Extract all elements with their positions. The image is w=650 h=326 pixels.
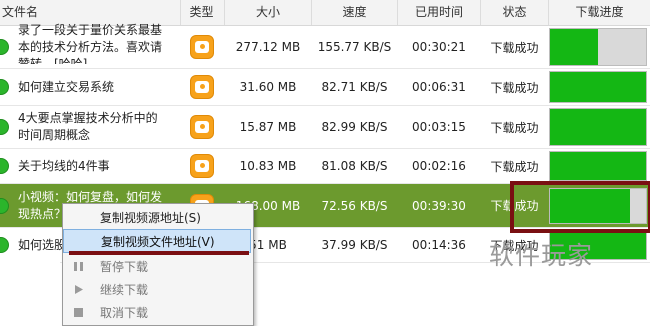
download-status: 下载成功 [490, 40, 539, 55]
column-header-progress[interactable]: 下载进度 [549, 0, 650, 25]
file-size: 277.12 MB [235, 40, 301, 54]
file-size: 15.87 MB [239, 120, 297, 134]
success-status-icon [0, 119, 9, 135]
file-name-line: 如何建立交易系统 [18, 79, 115, 94]
success-status-icon [0, 39, 9, 55]
file-name-line: 4大要点掌握技术分析中的 [18, 111, 158, 125]
menu-item-pause[interactable]: 暂停下载 [63, 255, 251, 279]
play-icon [75, 285, 83, 294]
row-name-cell: 关于均线的4件事 [0, 149, 178, 183]
video-file-icon [189, 115, 214, 139]
menu-item-label: 暂停下载 [100, 260, 149, 274]
video-file-icon [189, 35, 214, 59]
elapsed-time: 00:02:16 [412, 159, 466, 173]
menu-item-copy-file-path[interactable]: 复制视频文件地址(V) [63, 229, 251, 253]
download-progress-bar [549, 151, 647, 181]
file-name-line: 录了一段关于量价关系最基 [18, 23, 163, 37]
success-status-icon [0, 158, 9, 174]
video-file-icon [189, 75, 214, 99]
menu-item-label: 取消下载 [100, 306, 149, 320]
file-size: 31.60 MB [239, 80, 297, 94]
column-header-type[interactable]: 类型 [179, 0, 225, 25]
download-progress-bar [549, 71, 647, 103]
table-row[interactable]: 关于均线的4件事 10.83 MB 81.08 KB/S 00:02:16 下载… [0, 149, 650, 184]
menu-item-label: 继续下载 [100, 283, 149, 297]
success-status-icon [0, 197, 9, 214]
row-name-cell: 如何建立交易系统 [0, 69, 178, 105]
menu-item-copy-source-url[interactable]: 复制视频源地址(S) [63, 206, 251, 230]
column-header-time[interactable]: 已用时间 [398, 0, 481, 25]
download-progress-bar [549, 28, 647, 66]
file-name-line: 赞转。[哈哈] [18, 57, 88, 64]
pause-icon [74, 262, 83, 271]
download-speed: 37.99 KB/S [321, 238, 388, 252]
table-row[interactable]: 录了一段关于量价关系最基 本的技术分析方法。喜欢请 赞转。[哈哈] 277.12… [0, 23, 650, 69]
download-status: 下载成功 [490, 120, 539, 135]
success-status-icon [0, 237, 9, 253]
annotation-underline [69, 251, 249, 255]
download-speed: 155.77 KB/S [317, 40, 392, 54]
file-name-line: 如何选股 [18, 237, 67, 252]
column-header-size[interactable]: 大小 [225, 0, 312, 25]
column-header-status[interactable]: 状态 [481, 0, 549, 25]
download-speed: 82.99 KB/S [321, 120, 388, 134]
success-status-icon [0, 79, 9, 95]
download-speed: 82.71 KB/S [321, 80, 388, 94]
download-status: 下载成功 [490, 80, 539, 95]
file-size: 10.83 MB [239, 159, 297, 173]
elapsed-time: 00:14:36 [412, 238, 466, 252]
file-name-line: 本的技术分析方法。喜欢请 [18, 40, 163, 54]
menu-item-cancel[interactable]: 取消下载 [63, 301, 251, 325]
download-speed: 72.56 KB/S [321, 198, 388, 213]
table-row[interactable]: 4大要点掌握技术分析中的 时间周期概念 15.87 MB 82.99 KB/S … [0, 106, 650, 149]
elapsed-time: 00:03:15 [412, 120, 466, 134]
menu-item-resume[interactable]: 继续下载 [63, 278, 251, 302]
column-header-speed[interactable]: 速度 [312, 0, 398, 25]
elapsed-time: 00:06:31 [412, 80, 466, 94]
empty-list-area [0, 262, 60, 324]
context-menu: 复制视频源地址(S) 复制视频文件地址(V) 暂停下载 继续下载 取消下载 [62, 203, 254, 326]
elapsed-time: 00:30:21 [412, 40, 466, 54]
watermark-text: 软件玩家 [489, 241, 594, 270]
annotation-highlight-box [510, 181, 650, 233]
stop-icon [74, 308, 83, 317]
download-status: 下载成功 [490, 159, 539, 174]
row-name-cell: 4大要点掌握技术分析中的 时间周期概念 [0, 106, 178, 148]
elapsed-time: 00:39:30 [412, 198, 466, 213]
row-name-cell: 录了一段关于量价关系最基 本的技术分析方法。喜欢请 赞转。[哈哈] [0, 23, 178, 68]
table-row[interactable]: 如何建立交易系统 31.60 MB 82.71 KB/S 00:06:31 下载… [0, 69, 650, 106]
file-name-line: 关于均线的4件事 [18, 158, 110, 173]
download-speed: 81.08 KB/S [321, 159, 388, 173]
download-progress-bar [549, 108, 647, 146]
file-name-line: 时间周期概念 [18, 128, 91, 142]
video-file-icon [189, 154, 214, 178]
